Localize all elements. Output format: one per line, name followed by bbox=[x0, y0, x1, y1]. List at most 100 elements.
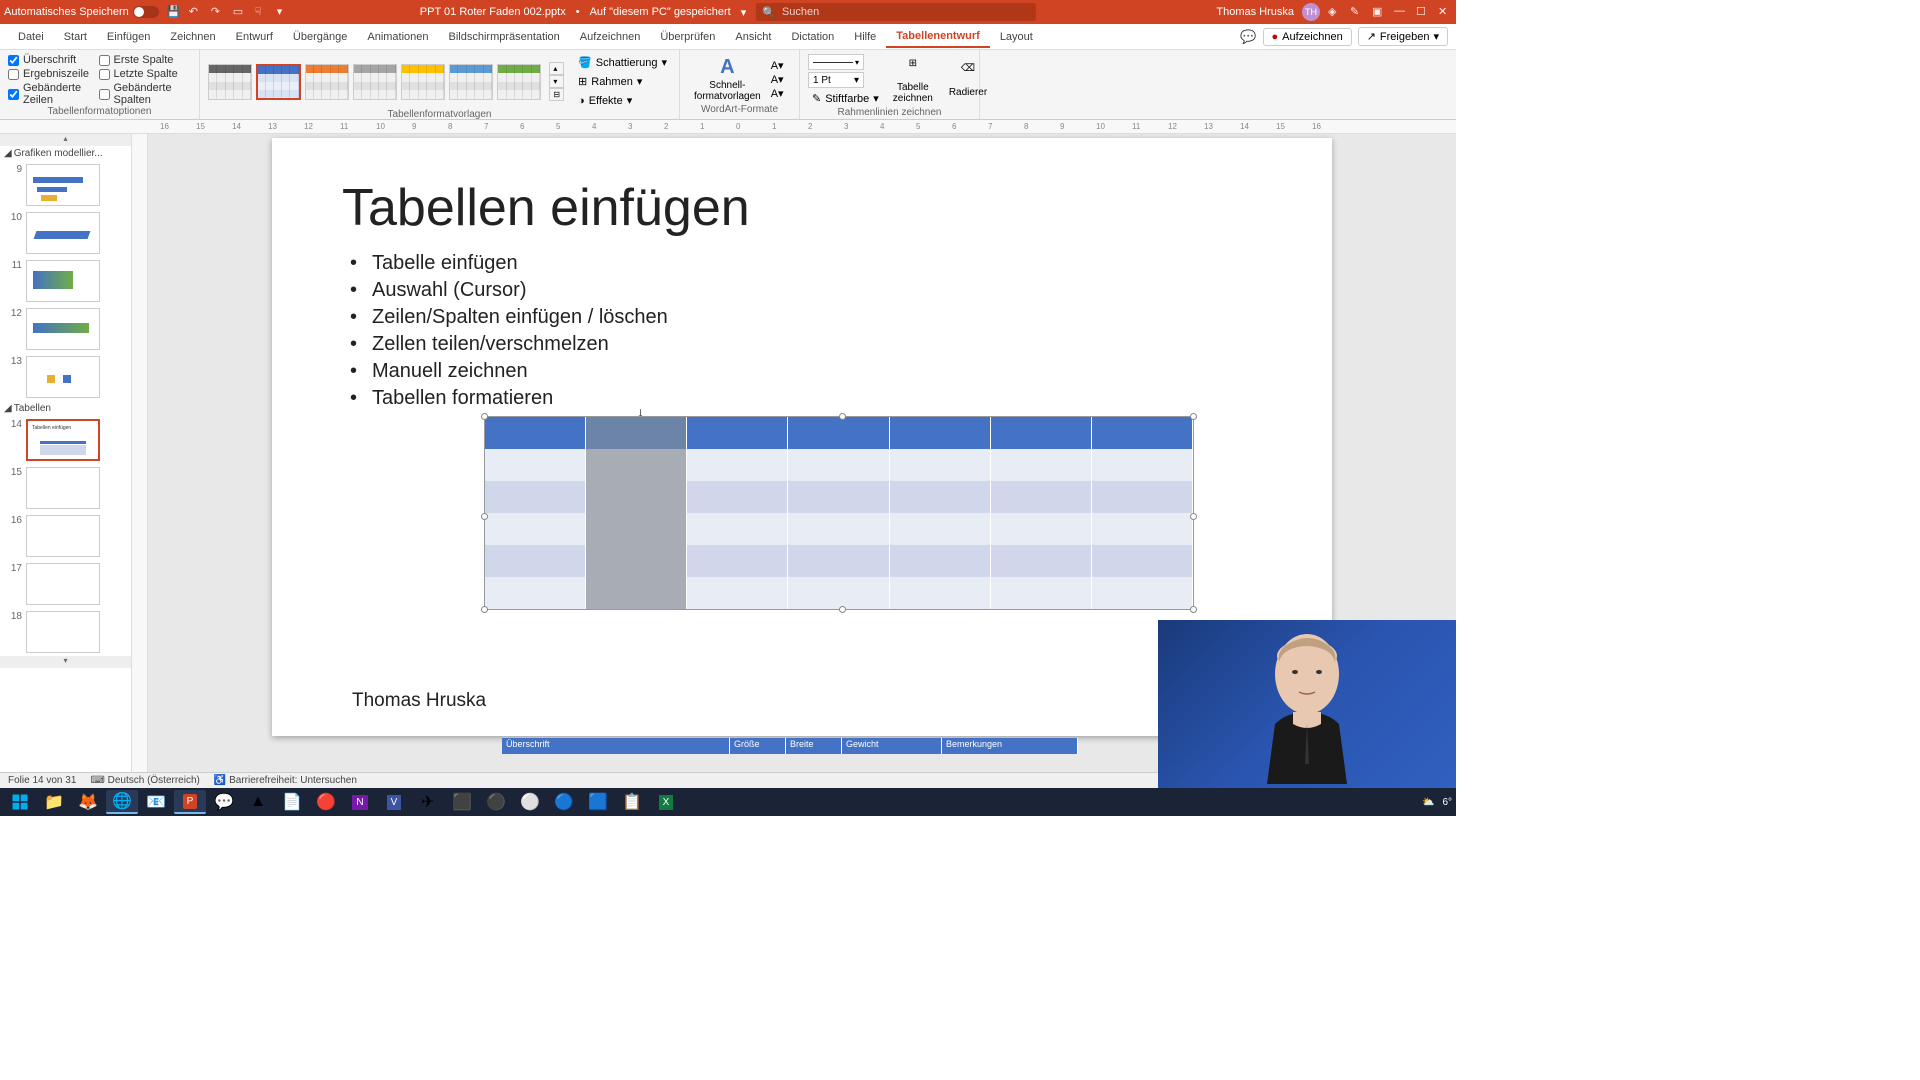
table-style-7[interactable] bbox=[497, 64, 541, 100]
tab-datei[interactable]: Datei bbox=[8, 27, 54, 47]
chk-letzte-spalte[interactable]: Letzte Spalte bbox=[99, 68, 192, 80]
slide-thumb-15[interactable]: 15 bbox=[0, 464, 131, 512]
slide-thumb-11[interactable]: 11 bbox=[0, 257, 131, 305]
search-input[interactable] bbox=[782, 6, 1030, 18]
tab-start[interactable]: Start bbox=[54, 27, 97, 47]
slide-thumb-17[interactable]: 17 bbox=[0, 560, 131, 608]
slide-thumb-18[interactable]: 18 bbox=[0, 608, 131, 656]
minimize-icon[interactable]: — bbox=[1394, 5, 1408, 19]
slide-thumb-9[interactable]: 9 bbox=[0, 161, 131, 209]
record-button[interactable]: ●Aufzeichnen bbox=[1263, 28, 1352, 46]
slide-thumb-12[interactable]: 12 bbox=[0, 305, 131, 353]
chevron-down-icon[interactable]: ▾ bbox=[741, 6, 747, 19]
styles-up-icon[interactable]: ▴ bbox=[549, 62, 564, 75]
section-grafiken[interactable]: ◢ Grafiken modellier... bbox=[0, 146, 131, 161]
powerpoint-icon[interactable]: P bbox=[174, 790, 206, 814]
styles-down-icon[interactable]: ▾ bbox=[549, 75, 564, 88]
slide-thumb-13[interactable]: 13 bbox=[0, 353, 131, 401]
app-icon[interactable]: ⚪ bbox=[514, 790, 546, 814]
search-box[interactable]: 🔍 bbox=[756, 3, 1036, 21]
slide-counter[interactable]: Folie 14 von 31 bbox=[8, 775, 76, 786]
section-tabellen[interactable]: ◢ Tabellen bbox=[0, 401, 131, 416]
tab-uebergaenge[interactable]: Übergänge bbox=[283, 27, 357, 47]
redo-icon[interactable]: ↷ bbox=[211, 5, 225, 19]
window-icon[interactable]: ▣ bbox=[1372, 5, 1386, 19]
slide-table[interactable] bbox=[484, 416, 1194, 610]
app-icon[interactable]: 🔴 bbox=[310, 790, 342, 814]
borders-button[interactable]: ⊞Rahmen▾ bbox=[574, 73, 671, 90]
maximize-icon[interactable]: ☐ bbox=[1416, 5, 1430, 19]
text-fill-icon[interactable]: A▾ bbox=[771, 59, 784, 72]
table-style-3[interactable] bbox=[305, 64, 349, 100]
accessibility-status[interactable]: ♿ Barrierefreiheit: Untersuchen bbox=[214, 775, 357, 786]
slide-thumb-16[interactable]: 16 bbox=[0, 512, 131, 560]
excel-icon[interactable]: X bbox=[650, 790, 682, 814]
table-style-1[interactable] bbox=[208, 64, 252, 100]
onenote-icon[interactable]: N bbox=[344, 790, 376, 814]
slide-panel[interactable]: ▴ ◢ Grafiken modellier... 9 10 11 12 13 … bbox=[0, 134, 132, 772]
chk-ueberschrift[interactable]: Überschrift bbox=[8, 54, 95, 66]
text-outline-icon[interactable]: A▾ bbox=[771, 73, 784, 86]
visio-icon[interactable]: V bbox=[378, 790, 410, 814]
diamond-icon[interactable]: ◈ bbox=[1328, 5, 1342, 19]
chk-erste-spalte[interactable]: Erste Spalte bbox=[99, 54, 192, 66]
share-button[interactable]: ↗Freigeben▾ bbox=[1358, 27, 1448, 46]
avatar[interactable]: TH bbox=[1302, 3, 1320, 21]
tab-bildschirm[interactable]: Bildschirmpräsentation bbox=[439, 27, 570, 47]
app-icon[interactable]: 💬 bbox=[208, 790, 240, 814]
tab-zeichnen[interactable]: Zeichnen bbox=[160, 27, 225, 47]
close-icon[interactable]: ✕ bbox=[1438, 5, 1452, 19]
scroll-down-icon[interactable]: ▾ bbox=[0, 656, 131, 668]
tab-dictation[interactable]: Dictation bbox=[781, 27, 844, 47]
chk-geb-zeilen[interactable]: Gebänderte Zeilen bbox=[8, 82, 95, 106]
touch-icon[interactable]: ☟ bbox=[255, 5, 269, 19]
app-icon[interactable]: 📋 bbox=[616, 790, 648, 814]
effects-button[interactable]: ◑Effekte▾ bbox=[574, 92, 671, 109]
slideshow-icon[interactable]: ▭ bbox=[233, 5, 247, 19]
tab-aufzeichnen[interactable]: Aufzeichnen bbox=[570, 27, 651, 47]
shading-button[interactable]: 🪣Schattierung▾ bbox=[574, 54, 671, 71]
app-icon[interactable]: ⬛ bbox=[446, 790, 478, 814]
app-icon[interactable]: 🔵 bbox=[548, 790, 580, 814]
chk-ergebniszeile[interactable]: Ergebniszeile bbox=[8, 68, 95, 80]
slide-title[interactable]: Tabellen einfügen bbox=[342, 178, 1262, 238]
slide-thumb-14[interactable]: 14Tabellen einfügen bbox=[0, 416, 131, 464]
tab-einfuegen[interactable]: Einfügen bbox=[97, 27, 160, 47]
table-style-4[interactable] bbox=[353, 64, 397, 100]
autosave-toggle[interactable]: Automatisches Speichern bbox=[4, 6, 159, 18]
comments-icon[interactable]: 💬 bbox=[1240, 29, 1256, 45]
app-icon[interactable]: 🟦 bbox=[582, 790, 614, 814]
user-name[interactable]: Thomas Hruska bbox=[1216, 6, 1294, 18]
pen-width-select[interactable]: 1 Pt▾ bbox=[808, 72, 864, 88]
explorer-icon[interactable]: 📁 bbox=[38, 790, 70, 814]
eraser-button[interactable]: ⌫Radierer bbox=[943, 61, 993, 100]
scroll-up-icon[interactable]: ▴ bbox=[0, 134, 131, 146]
tab-ueberpruefen[interactable]: Überprüfen bbox=[650, 27, 725, 47]
table-style-6[interactable] bbox=[449, 64, 493, 100]
temperature[interactable]: 6° bbox=[1442, 797, 1452, 808]
text-effects-icon[interactable]: A▾ bbox=[771, 87, 784, 100]
tab-entwurf[interactable]: Entwurf bbox=[226, 27, 283, 47]
table-style-5[interactable] bbox=[401, 64, 445, 100]
outlook-icon[interactable]: 📧 bbox=[140, 790, 172, 814]
bullet-list[interactable]: Tabelle einfügen Auswahl (Cursor) Zeilen… bbox=[342, 252, 1262, 410]
chrome-icon[interactable]: 🌐 bbox=[106, 790, 138, 814]
start-button[interactable] bbox=[4, 790, 36, 814]
pen-style-select[interactable]: ▾ bbox=[808, 54, 864, 70]
slide-thumb-10[interactable]: 10 bbox=[0, 209, 131, 257]
app-icon[interactable]: 📄 bbox=[276, 790, 308, 814]
firefox-icon[interactable]: 🦊 bbox=[72, 790, 104, 814]
styles-more-icon[interactable]: ⊟ bbox=[549, 88, 564, 101]
pen-color-button[interactable]: ✎Stiftfarbe▾ bbox=[808, 90, 883, 107]
save-icon[interactable]: 💾 bbox=[167, 5, 181, 19]
tab-layout[interactable]: Layout bbox=[990, 27, 1043, 47]
pen-icon[interactable]: ✎ bbox=[1350, 5, 1364, 19]
language-status[interactable]: ⌨ Deutsch (Österreich) bbox=[90, 775, 199, 786]
undo-icon[interactable]: ↶ bbox=[189, 5, 203, 19]
tab-animationen[interactable]: Animationen bbox=[357, 27, 438, 47]
quick-styles-button[interactable]: A Schnell- formatvorlagen bbox=[688, 54, 767, 104]
tab-ansicht[interactable]: Ansicht bbox=[725, 27, 781, 47]
tab-hilfe[interactable]: Hilfe bbox=[844, 27, 886, 47]
tab-tabellenentwurf[interactable]: Tabellenentwurf bbox=[886, 26, 990, 48]
table-style-2[interactable] bbox=[256, 64, 300, 100]
